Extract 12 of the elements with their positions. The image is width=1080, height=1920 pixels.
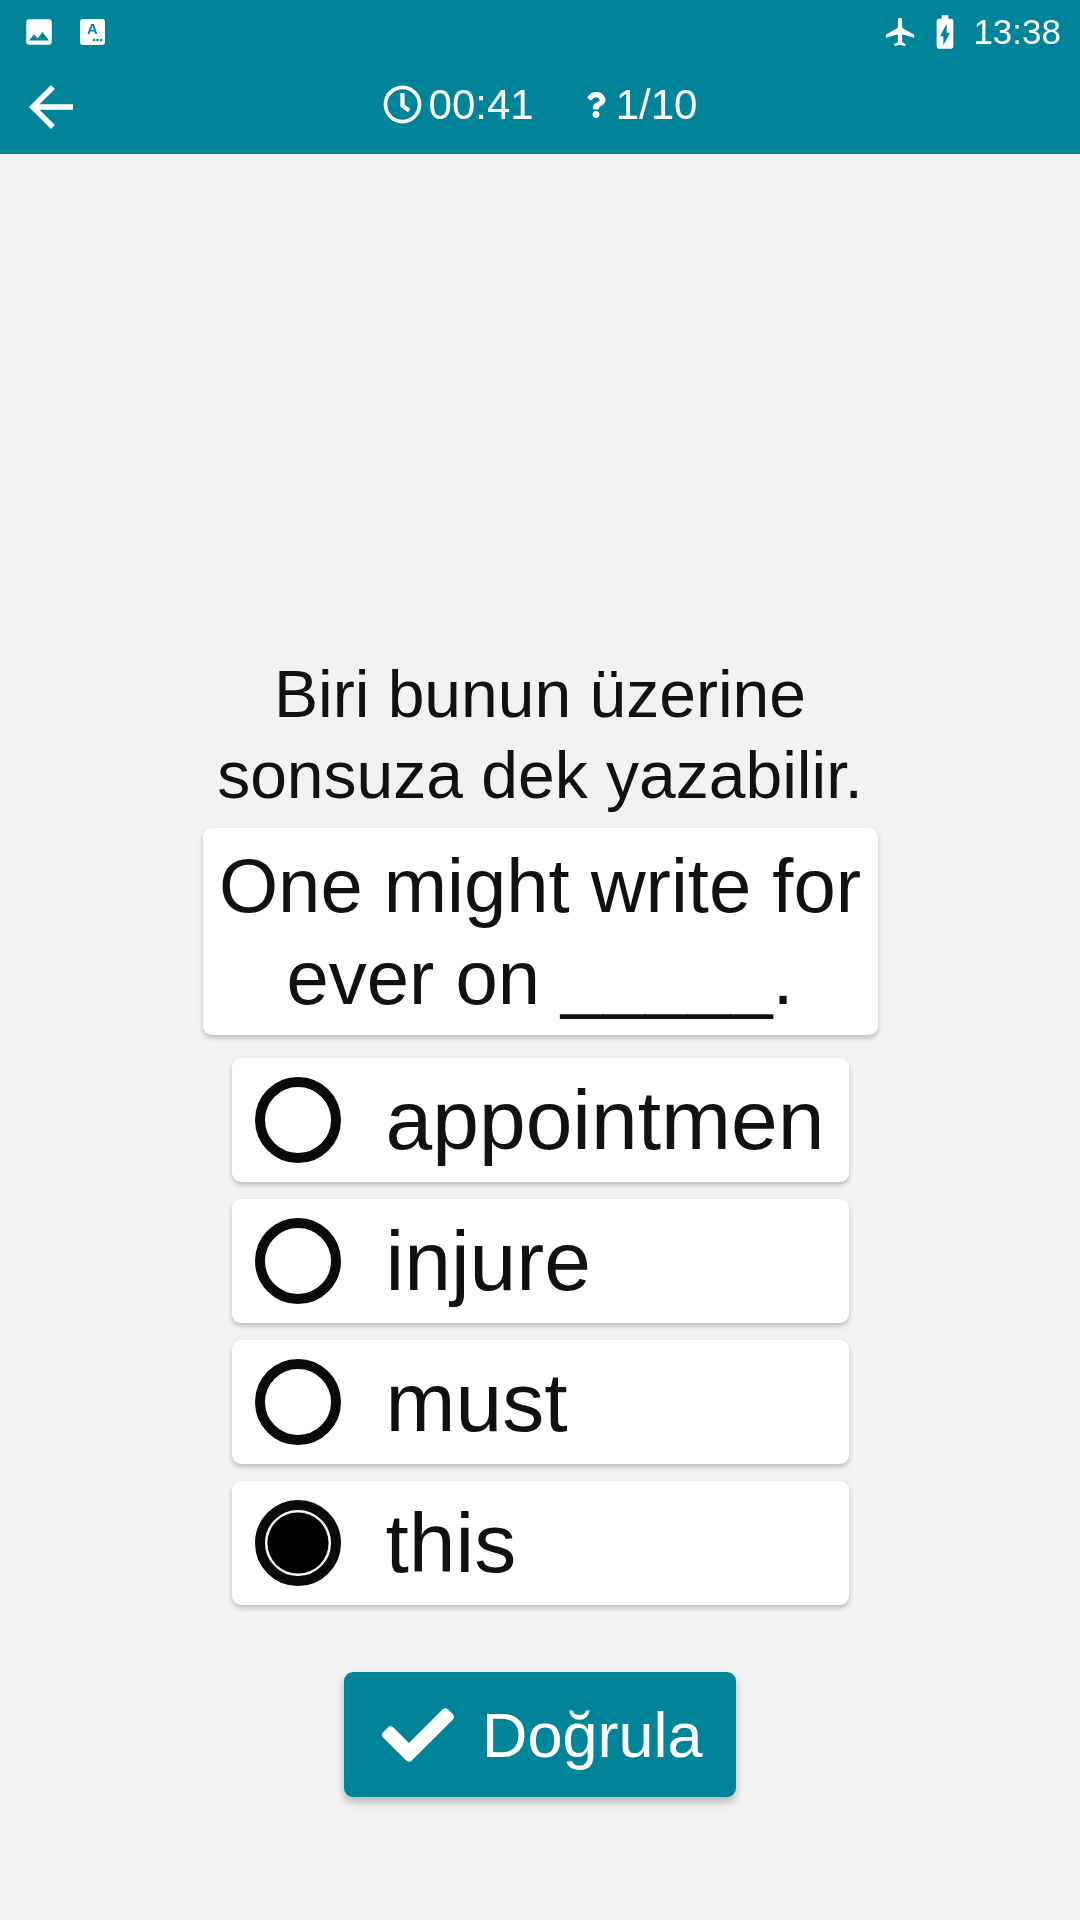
sentence-text: One might write for ever on _____. [218, 842, 862, 1022]
prompt-text: Biri bunun üzerine sonsuza dek yazabilir. [216, 656, 864, 814]
progress-text: 1/10 [615, 79, 698, 130]
verify-button[interactable]: Doğrula [344, 1672, 736, 1797]
answer-option[interactable]: appointmen [231, 1058, 849, 1182]
status-time: 13:38 [973, 11, 1061, 52]
timer-text: 00:41 [428, 79, 534, 130]
clock-icon [382, 85, 422, 124]
answer-option[interactable]: injure [231, 1199, 849, 1323]
letter-tile-icon: A [80, 18, 105, 45]
answer-option[interactable]: must [231, 1340, 849, 1464]
answer-option[interactable]: this [231, 1481, 849, 1605]
